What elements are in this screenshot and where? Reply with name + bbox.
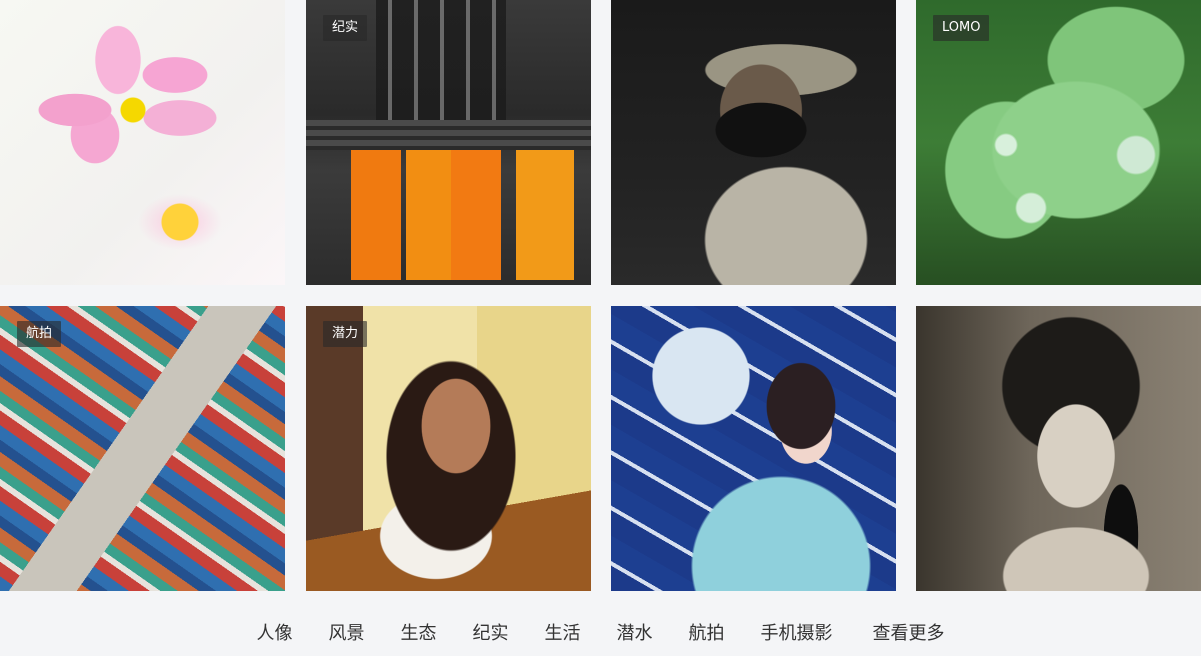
nav-item-ecology[interactable]: 生态	[401, 622, 437, 646]
nav-item-landscape[interactable]: 风景	[329, 622, 365, 646]
photo-tile-monks[interactable]: 纪实	[306, 0, 591, 285]
category-tag: 航拍	[17, 321, 62, 347]
category-tag: 纪实	[323, 15, 368, 41]
photo-tile-veil[interactable]	[916, 306, 1201, 591]
view-more-link[interactable]: 查看更多	[873, 622, 945, 646]
category-tag: 潜力	[323, 321, 368, 347]
photo-image[interactable]	[916, 306, 1201, 591]
photo-tile-fan[interactable]	[611, 306, 896, 591]
nav-item-life[interactable]: 生活	[545, 622, 581, 646]
photo-image[interactable]	[611, 306, 896, 591]
photo-image[interactable]	[306, 306, 591, 591]
photo-image[interactable]	[916, 0, 1201, 285]
photo-tile-portrait-man[interactable]	[611, 0, 896, 285]
nav-item-mobile[interactable]: 手机摄影	[761, 622, 833, 646]
nav-item-diving[interactable]: 潜水	[617, 622, 653, 646]
photo-image[interactable]	[611, 0, 896, 285]
photo-grid: 纪实 LOMO 航拍 潜力	[0, 0, 1201, 591]
photo-image[interactable]	[306, 0, 591, 285]
photo-image[interactable]	[0, 306, 285, 591]
nav-item-aerial[interactable]: 航拍	[689, 622, 725, 646]
photo-tile-containers[interactable]: 航拍	[0, 306, 285, 591]
nav-item-documentary[interactable]: 纪实	[473, 622, 509, 646]
photo-image[interactable]	[0, 0, 285, 285]
photo-tile-flower[interactable]	[0, 0, 285, 285]
category-tag: LOMO	[933, 15, 990, 41]
photo-tile-leaf[interactable]: LOMO	[916, 0, 1201, 285]
nav-item-portrait[interactable]: 人像	[257, 622, 293, 646]
category-nav: 人像 风景 生态 纪实 生活 潜水 航拍 手机摄影 查看更多	[0, 612, 1201, 656]
photo-tile-girl-table[interactable]: 潜力	[306, 306, 591, 591]
